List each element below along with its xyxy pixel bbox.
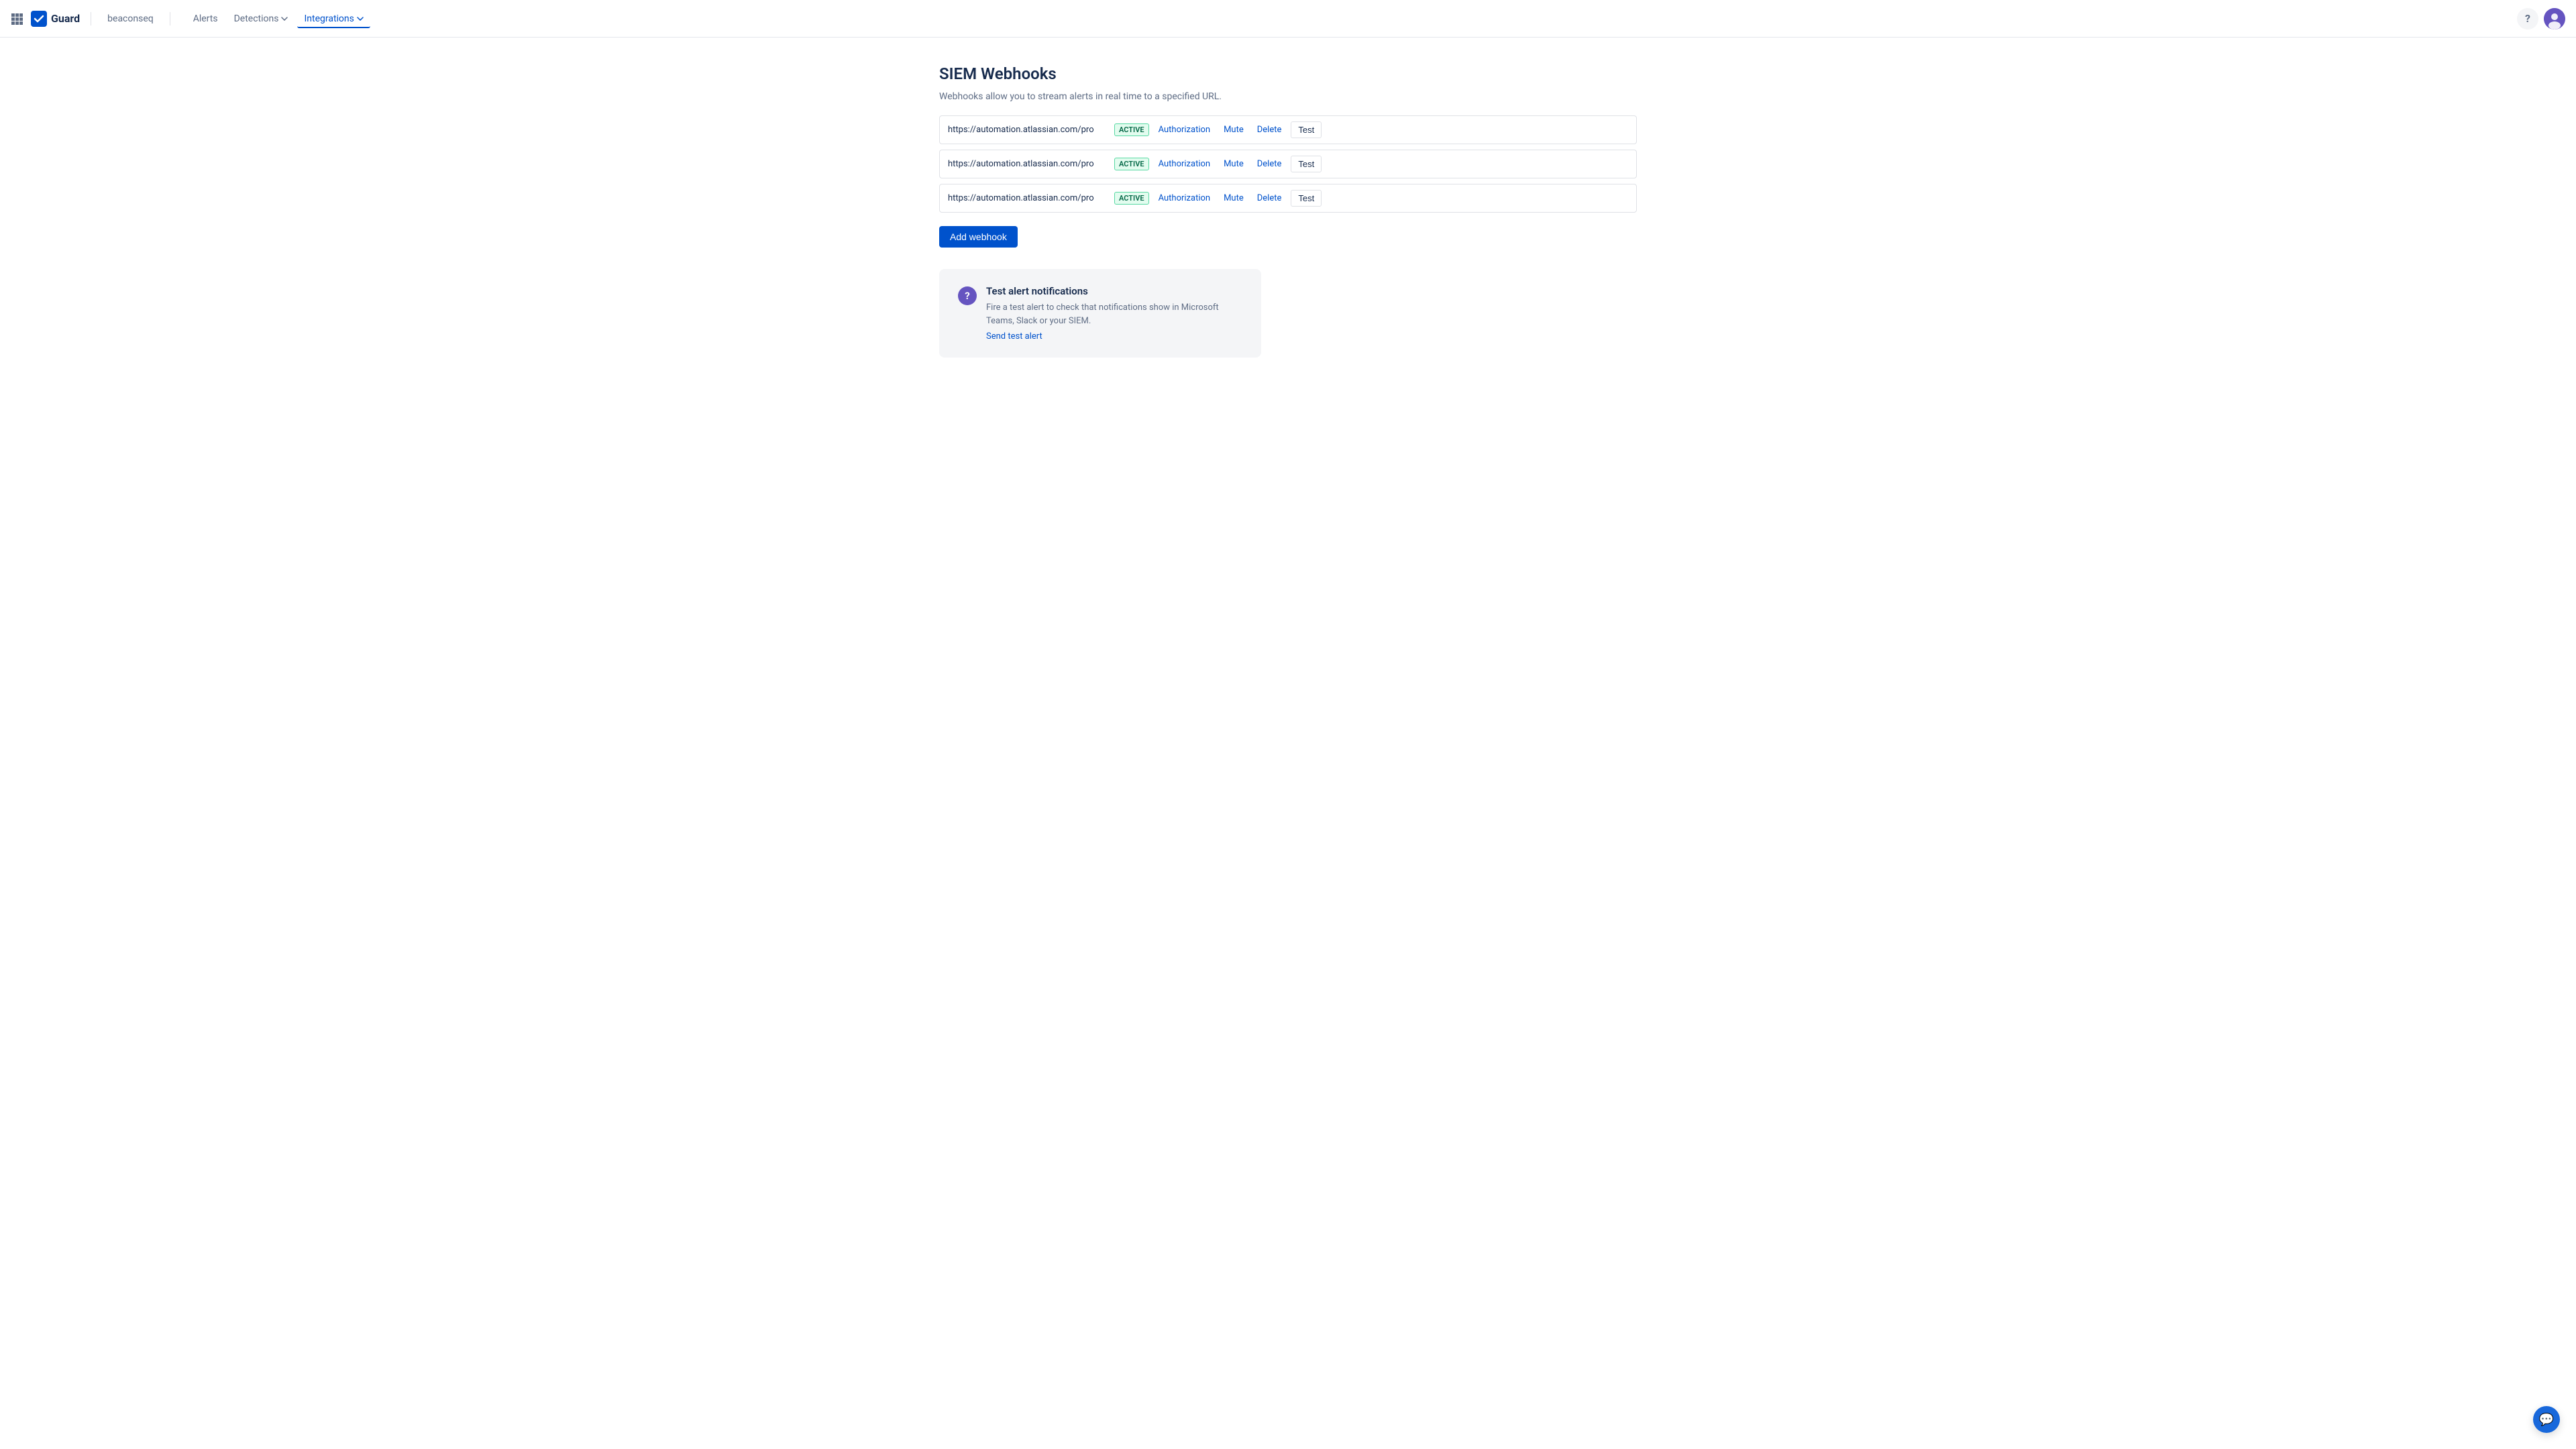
authorization-link-2[interactable]: Authorization <box>1155 156 1215 172</box>
table-row: https://automation.atlassian.com/pro ACT… <box>939 115 1637 144</box>
nav-links: Alerts Detections Integrations <box>186 9 370 28</box>
webhook-url-1: https://automation.atlassian.com/pro <box>948 125 1109 135</box>
status-badge-1: ACTIVE <box>1114 123 1149 136</box>
status-badge-3: ACTIVE <box>1114 192 1149 205</box>
send-test-alert-link[interactable]: Send test alert <box>986 331 1242 341</box>
detections-chevron-icon <box>281 17 288 21</box>
nav-org[interactable]: beaconseq <box>102 11 159 27</box>
page-title: SIEM Webhooks <box>939 64 1637 83</box>
delete-link-2[interactable]: Delete <box>1253 156 1286 172</box>
webhook-url-2: https://automation.atlassian.com/pro <box>948 159 1109 169</box>
app-grid-icon[interactable] <box>11 13 23 25</box>
nav-link-alerts[interactable]: Alerts <box>186 9 225 28</box>
mute-link-1[interactable]: Mute <box>1220 122 1248 138</box>
navbar: Guard beaconseq Alerts Detections Integr… <box>0 0 2576 38</box>
test-button-3[interactable]: Test <box>1291 190 1322 207</box>
page-subtitle: Webhooks allow you to stream alerts in r… <box>939 91 1637 102</box>
avatar[interactable] <box>2544 8 2565 30</box>
main-content: SIEM Webhooks Webhooks allow you to stre… <box>885 38 1690 384</box>
test-alert-card: ? Test alert notifications Fire a test a… <box>939 269 1261 358</box>
test-button-1[interactable]: Test <box>1291 121 1322 138</box>
nav-link-integrations[interactable]: Integrations <box>297 9 370 28</box>
delete-link-3[interactable]: Delete <box>1253 191 1286 206</box>
test-alert-icon: ? <box>958 286 977 305</box>
add-webhook-button[interactable]: Add webhook <box>939 226 1018 248</box>
chat-widget[interactable]: 💬 <box>2533 1406 2560 1433</box>
webhooks-list: https://automation.atlassian.com/pro ACT… <box>939 115 1637 213</box>
authorization-link-3[interactable]: Authorization <box>1155 191 1215 206</box>
test-alert-content: Test alert notifications Fire a test ale… <box>986 285 1242 341</box>
webhook-url-3: https://automation.atlassian.com/pro <box>948 193 1109 203</box>
delete-link-1[interactable]: Delete <box>1253 122 1286 138</box>
chat-icon: 💬 <box>2539 1413 2554 1427</box>
help-icon[interactable]: ? <box>2517 8 2538 30</box>
nav-right: ? <box>2517 8 2565 30</box>
nav-link-detections[interactable]: Detections <box>227 9 295 28</box>
mute-link-2[interactable]: Mute <box>1220 156 1248 172</box>
integrations-chevron-icon <box>357 17 364 21</box>
question-mark-icon: ? <box>965 291 969 301</box>
table-row: https://automation.atlassian.com/pro ACT… <box>939 184 1637 213</box>
nav-logo[interactable]: Guard <box>31 11 80 27</box>
mute-link-3[interactable]: Mute <box>1220 191 1248 206</box>
authorization-link-1[interactable]: Authorization <box>1155 122 1215 138</box>
test-alert-title: Test alert notifications <box>986 285 1242 297</box>
table-row: https://automation.atlassian.com/pro ACT… <box>939 150 1637 178</box>
nav-left: Guard beaconseq Alerts Detections Integr… <box>11 9 370 28</box>
status-badge-2: ACTIVE <box>1114 158 1149 170</box>
logo-text: Guard <box>51 12 80 25</box>
test-button-2[interactable]: Test <box>1291 156 1322 172</box>
test-alert-description: Fire a test alert to check that notifica… <box>986 301 1242 327</box>
